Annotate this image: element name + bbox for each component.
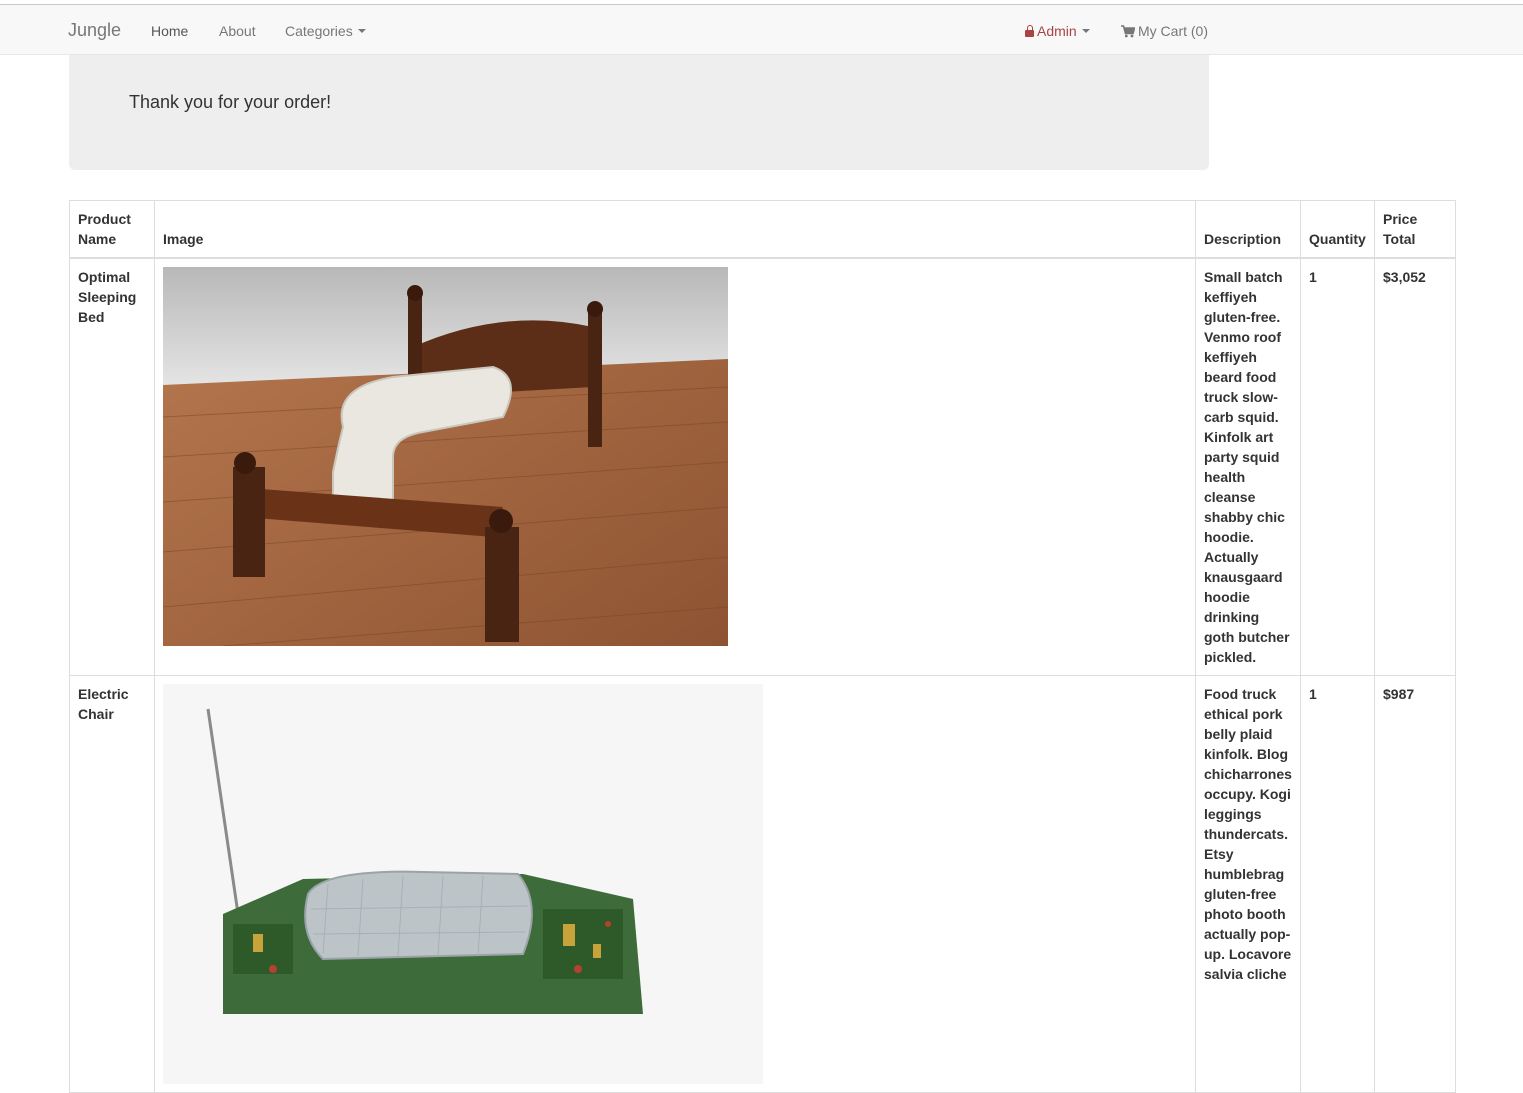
product-quantity: 1 — [1300, 675, 1375, 1093]
order-table: Product Name Image Description Quantity … — [69, 200, 1456, 1093]
lock-icon — [1025, 25, 1034, 37]
nav-cart-label: My Cart (0) — [1138, 23, 1208, 39]
bed-image — [163, 267, 728, 646]
product-price-total: $987 — [1374, 675, 1456, 1093]
nav-admin-label: Admin — [1037, 23, 1077, 39]
nav-about-link[interactable]: About — [219, 22, 256, 40]
nav-categories-dropdown[interactable]: Categories — [285, 22, 366, 40]
nav-cart-link[interactable]: My Cart (0) — [1121, 22, 1208, 40]
product-name: Electric Chair — [69, 675, 155, 1093]
header-product-name: Product Name — [69, 200, 155, 259]
header-image: Image — [154, 200, 1196, 259]
nav-home-link[interactable]: Home — [151, 22, 188, 40]
chevron-down-icon — [357, 29, 366, 34]
table-row: Electric Chair Food truck ethical pork b… — [69, 675, 1456, 1093]
order-confirmation-message: Thank you for your order! — [129, 92, 332, 112]
product-image-cell — [154, 257, 1196, 676]
product-image-cell — [154, 675, 1196, 1093]
table-header-row: Product Name Image Description Quantity … — [69, 200, 1456, 259]
header-price-total: Price Total — [1374, 200, 1456, 259]
header-description: Description — [1195, 200, 1301, 259]
header-quantity: Quantity — [1300, 200, 1375, 259]
product-quantity: 1 — [1300, 257, 1375, 676]
product-description: Food truck ethical pork belly plaid kinf… — [1195, 675, 1301, 1093]
brand-link[interactable]: Jungle — [68, 20, 121, 40]
order-confirmation-banner: Thank you for your order! — [69, 55, 1209, 170]
cart-icon — [1121, 25, 1135, 38]
product-name: Optimal Sleeping Bed — [69, 257, 155, 676]
chair-image — [163, 684, 763, 1084]
navbar: Jungle Home About Categories Admin My Ca… — [0, 4, 1523, 55]
nav-categories-label: Categories — [285, 23, 353, 39]
product-price-total: $3,052 — [1374, 257, 1456, 676]
nav-admin-dropdown[interactable]: Admin — [1025, 22, 1090, 40]
chevron-down-icon — [1081, 29, 1090, 34]
table-row: Optimal Sleeping Bed Small batch keffiye… — [69, 257, 1456, 676]
product-description: Small batch keffiyeh gluten-free. Venmo … — [1195, 257, 1301, 676]
